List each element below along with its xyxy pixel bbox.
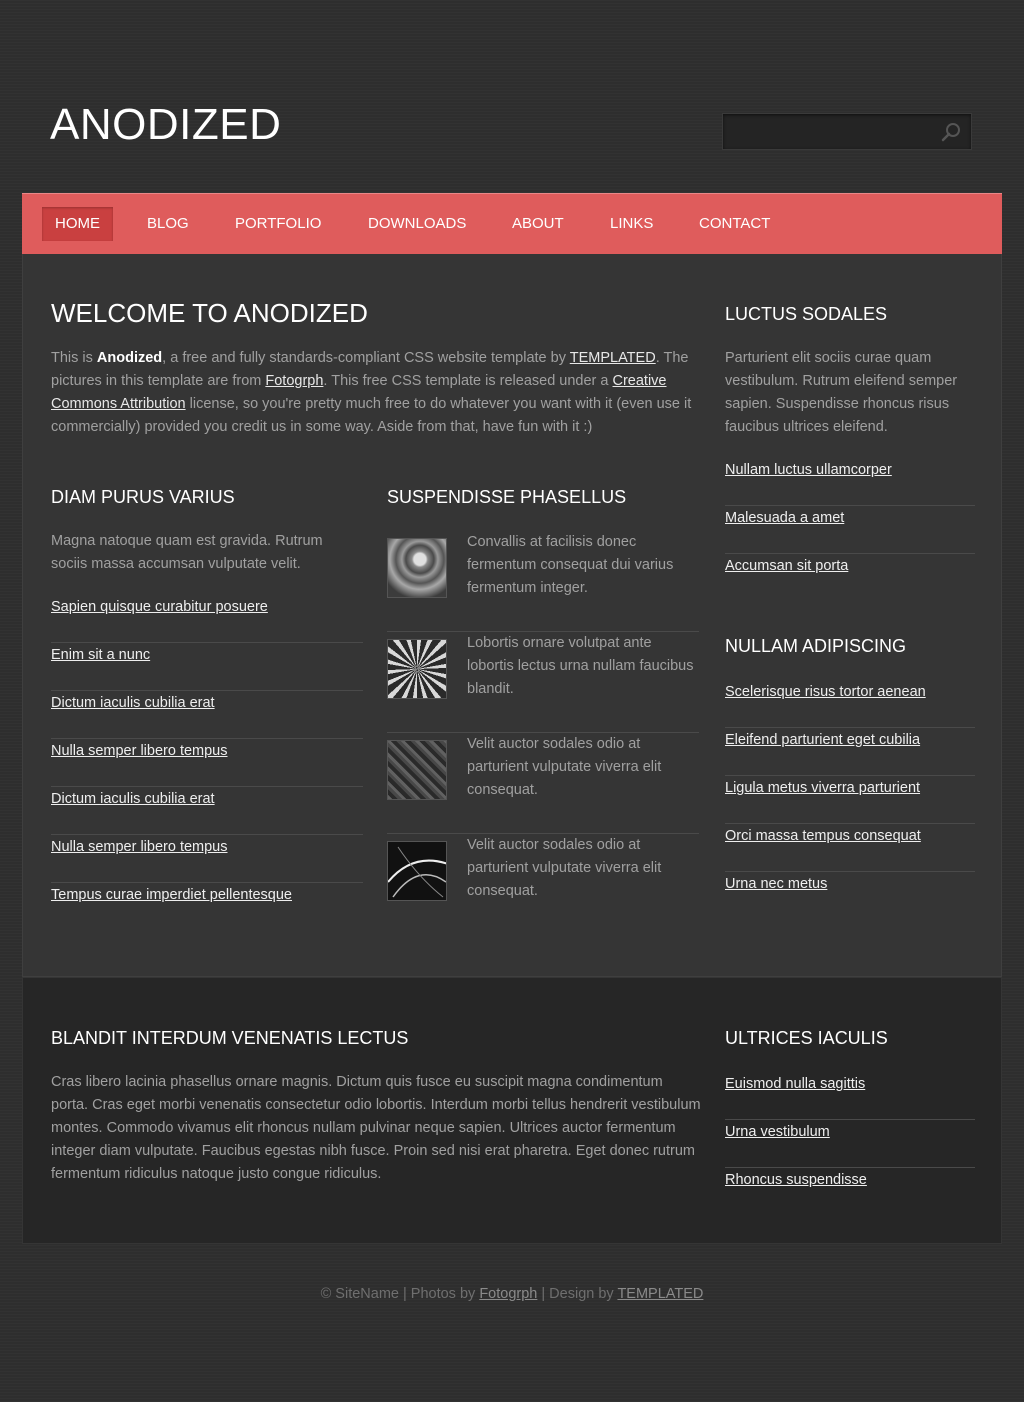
nullam-link-list: Scelerisque risus tortor aenean Eleifend… bbox=[725, 680, 975, 920]
site-logo[interactable]: ANODIZED bbox=[50, 100, 281, 150]
nullam-link[interactable]: Scelerisque risus tortor aenean bbox=[725, 680, 975, 702]
suspendisse-heading: SUSPENDISSE PHASELLUS bbox=[387, 487, 627, 507]
main-navigation: HOME BLOG PORTFOLIO DOWNLOADS ABOUT LINK… bbox=[22, 193, 1002, 254]
thumb-text: Convallis at facilisis donec fermentum c… bbox=[467, 534, 674, 596]
thumb-text: Velit auctor sodales odio at parturient … bbox=[467, 736, 662, 798]
nav-item-links[interactable]: LINKS bbox=[597, 207, 666, 241]
footer-design-link[interactable]: TEMPLATED bbox=[617, 1286, 703, 1302]
list-item: Accumsan sit porta bbox=[725, 554, 975, 602]
list-item: Sapien quisque curabitur posuere bbox=[51, 595, 363, 643]
light-streak-thumbnail[interactable] bbox=[387, 841, 447, 901]
ultrices-link[interactable]: Euismod nulla sagittis bbox=[725, 1072, 975, 1094]
list-item: Dictum iaculis cubilia erat bbox=[51, 691, 363, 739]
nav-item-blog[interactable]: BLOG bbox=[134, 207, 202, 241]
suspendisse-thumb-list: Convallis at facilisis donec fermentum c… bbox=[387, 531, 699, 935]
ultrices-link[interactable]: Rhoncus suspendisse bbox=[725, 1168, 975, 1190]
list-item: Eleifend parturient eget cubilia bbox=[725, 728, 975, 776]
nav-item-about[interactable]: ABOUT bbox=[499, 207, 577, 241]
diam-text: Magna natoque quam est gravida. Rutrum s… bbox=[51, 533, 323, 572]
intro-text: , a free and fully standards-compliant C… bbox=[162, 350, 570, 366]
list-item: Scelerisque risus tortor aenean bbox=[725, 680, 975, 728]
nav-item-portfolio[interactable]: PORTFOLIO bbox=[222, 207, 334, 241]
nullam-link[interactable]: Orci massa tempus consequat bbox=[725, 824, 975, 846]
list-item: Ligula metus viverra parturient bbox=[725, 776, 975, 824]
diam-heading: DIAM PURUS VARIUS bbox=[51, 487, 235, 507]
list-item: Euismod nulla sagittis bbox=[725, 1072, 975, 1120]
diam-link-list: Sapien quisque curabitur posuere Enim si… bbox=[51, 595, 363, 931]
nav-item-home[interactable]: HOME bbox=[42, 207, 113, 241]
light-streak-graphic bbox=[388, 846, 446, 898]
luctus-heading: LUCTUS SODALES bbox=[725, 304, 888, 324]
ultrices-heading: ULTRICES IACULIS bbox=[725, 1028, 888, 1048]
search-icon[interactable] bbox=[941, 122, 961, 142]
site-footer: © SiteName | Photos by Fotogrph | Design… bbox=[0, 1286, 1024, 1302]
intro-text: . This free CSS template is released und… bbox=[323, 373, 613, 389]
diam-link[interactable]: Dictum iaculis cubilia erat bbox=[51, 787, 363, 809]
crystal-thumbnail[interactable] bbox=[387, 740, 447, 800]
flower-thumbnail[interactable] bbox=[387, 639, 447, 699]
blandit-text: Cras libero lacinia phasellus ornare mag… bbox=[51, 1074, 701, 1182]
nullam-link[interactable]: Ligula metus viverra parturient bbox=[725, 776, 975, 798]
diam-link[interactable]: Nulla semper libero tempus bbox=[51, 835, 363, 857]
water-drop-thumbnail[interactable] bbox=[387, 538, 447, 598]
thumb-list-item: Velit auctor sodales odio at parturient … bbox=[387, 834, 699, 935]
search-box[interactable] bbox=[722, 113, 972, 150]
diam-link[interactable]: Tempus curae imperdiet pellentesque bbox=[51, 883, 363, 905]
footer-text: | Design by bbox=[537, 1286, 618, 1302]
luctus-link[interactable]: Malesuada a amet bbox=[725, 506, 975, 528]
fotogrph-link[interactable]: Fotogrph bbox=[265, 373, 323, 389]
search-input[interactable] bbox=[723, 114, 953, 149]
footer-text: © SiteName | Photos by bbox=[320, 1286, 480, 1302]
templated-link[interactable]: TEMPLATED bbox=[570, 350, 656, 366]
intro-text: This is bbox=[51, 350, 97, 366]
thumb-list-item: Lobortis ornare volutpat ante lobortis l… bbox=[387, 632, 699, 733]
nullam-link[interactable]: Urna nec metus bbox=[725, 872, 975, 894]
list-item: Nulla semper libero tempus bbox=[51, 835, 363, 883]
luctus-link[interactable]: Nullam luctus ullamcorper bbox=[725, 458, 975, 480]
thumb-list-item: Convallis at facilisis donec fermentum c… bbox=[387, 531, 699, 632]
list-item: Tempus curae imperdiet pellentesque bbox=[51, 883, 363, 931]
thumb-list-item: Velit auctor sodales odio at parturient … bbox=[387, 733, 699, 834]
nav-item-contact[interactable]: CONTACT bbox=[686, 207, 783, 241]
list-item: Orci massa tempus consequat bbox=[725, 824, 975, 872]
nullam-link[interactable]: Eleifend parturient eget cubilia bbox=[725, 728, 975, 750]
list-item: Enim sit a nunc bbox=[51, 643, 363, 691]
list-item: Rhoncus suspendisse bbox=[725, 1168, 975, 1216]
list-item: Urna nec metus bbox=[725, 872, 975, 920]
diam-link[interactable]: Dictum iaculis cubilia erat bbox=[51, 691, 363, 713]
list-item: Dictum iaculis cubilia erat bbox=[51, 787, 363, 835]
luctus-text: Parturient elit sociis curae quam vestib… bbox=[725, 350, 958, 435]
list-item: Malesuada a amet bbox=[725, 506, 975, 554]
blandit-heading: BLANDIT INTERDUM VENENATIS LECTUS bbox=[51, 1028, 409, 1048]
list-item: Nullam luctus ullamcorper bbox=[725, 458, 975, 506]
diam-link[interactable]: Enim sit a nunc bbox=[51, 643, 363, 665]
welcome-heading: WELCOME TO ANODIZED bbox=[51, 298, 368, 328]
diam-link[interactable]: Sapien quisque curabitur posuere bbox=[51, 595, 363, 617]
thumb-text: Lobortis ornare volutpat ante lobortis l… bbox=[467, 635, 694, 697]
footer-photos-link[interactable]: Fotogrph bbox=[479, 1286, 537, 1302]
luctus-link-list: Nullam luctus ullamcorper Malesuada a am… bbox=[725, 458, 975, 602]
welcome-intro: This is Anodized, a free and fully stand… bbox=[51, 347, 701, 439]
nullam-heading: NULLAM ADIPISCING bbox=[725, 636, 907, 656]
thumb-text: Velit auctor sodales odio at parturient … bbox=[467, 837, 662, 899]
diam-link[interactable]: Nulla semper libero tempus bbox=[51, 739, 363, 761]
intro-brand: Anodized bbox=[96, 350, 163, 366]
nav-item-downloads[interactable]: DOWNLOADS bbox=[355, 207, 479, 241]
list-item: Nulla semper libero tempus bbox=[51, 739, 363, 787]
ultrices-link[interactable]: Urna vestibulum bbox=[725, 1120, 975, 1142]
list-item: Urna vestibulum bbox=[725, 1120, 975, 1168]
ultrices-link-list: Euismod nulla sagittis Urna vestibulum R… bbox=[725, 1072, 975, 1216]
luctus-link[interactable]: Accumsan sit porta bbox=[725, 554, 975, 576]
